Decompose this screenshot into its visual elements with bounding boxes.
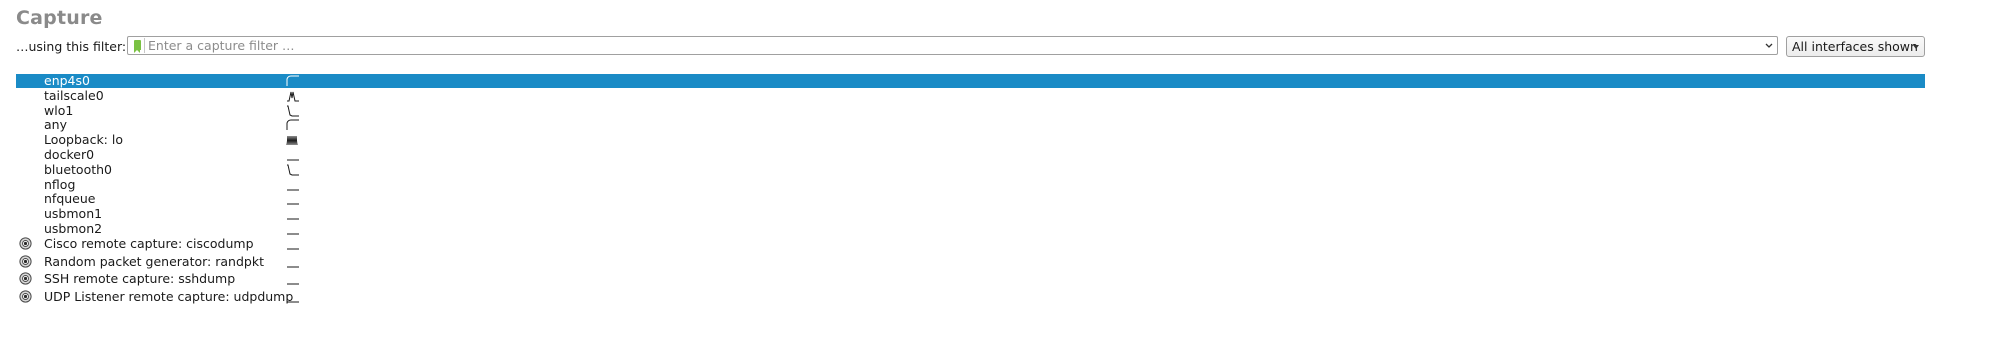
traffic-sparkline — [287, 105, 299, 117]
interface-name: usbmon2 — [44, 221, 103, 236]
traffic-sparkline — [287, 159, 299, 161]
interface-name: Loopback: lo — [44, 132, 123, 148]
traffic-sparkline — [287, 203, 299, 205]
interface-row[interactable]: usbmon2 — [16, 221, 1925, 236]
capture-page: Capture …using this filter: All interfac… — [0, 0, 1999, 340]
traffic-sparkline — [287, 301, 299, 303]
interface-name: Cisco remote capture: ciscodump — [44, 235, 254, 251]
interface-row[interactable]: Cisco remote capture: ciscodump — [16, 235, 1925, 251]
interface-row[interactable]: tailscale0 — [16, 87, 1925, 103]
interface-name: any — [44, 117, 67, 133]
traffic-sparkline — [287, 233, 299, 235]
interface-row[interactable]: bluetooth0 — [16, 161, 1925, 177]
interface-row[interactable]: Random packet generator: randpkt — [16, 253, 1925, 269]
traffic-sparkline — [287, 266, 299, 268]
interfaces-shown-dropdown[interactable]: All interfaces shown — [1786, 36, 1925, 57]
settings-gear-icon[interactable] — [19, 290, 32, 303]
interface-row[interactable]: nflog — [16, 176, 1925, 192]
settings-gear-icon[interactable] — [19, 237, 32, 250]
interface-row[interactable]: nfqueue — [16, 191, 1925, 207]
traffic-sparkline — [287, 164, 299, 176]
interface-name: nflog — [44, 176, 76, 192]
interface-name: docker0 — [44, 147, 95, 162]
interface-row[interactable]: usbmon1 — [16, 206, 1925, 222]
interface-name: nfqueue — [44, 191, 96, 207]
filter-label: …using this filter: — [16, 39, 127, 54]
interface-row[interactable]: any — [16, 117, 1925, 133]
traffic-sparkline — [287, 248, 299, 250]
traffic-sparkline — [287, 283, 299, 285]
interface-name: enp4s0 — [44, 73, 90, 88]
interfaces-shown-label: All interfaces shown — [1792, 39, 1918, 54]
traffic-sparkline — [286, 119, 299, 131]
interface-name: usbmon1 — [44, 206, 103, 222]
interface-row[interactable]: docker0 — [16, 147, 1925, 162]
capture-section-title: Capture — [16, 7, 103, 29]
settings-gear-icon[interactable] — [19, 272, 32, 285]
traffic-sparkline — [286, 75, 299, 86]
dropdown-caret-icon — [1913, 45, 1919, 49]
interface-name: bluetooth0 — [44, 161, 112, 177]
chevron-down-icon[interactable] — [1764, 40, 1774, 51]
interface-row[interactable]: enp4s0 — [16, 73, 1925, 88]
interface-name: Random packet generator: randpkt — [44, 253, 264, 269]
capture-filter-combobox[interactable] — [127, 36, 1778, 55]
interface-row[interactable]: Loopback: lo — [16, 132, 1925, 148]
traffic-sparkline — [287, 218, 299, 220]
settings-gear-icon[interactable] — [19, 254, 32, 268]
interface-name: tailscale0 — [44, 87, 104, 103]
traffic-sparkline — [287, 91, 299, 102]
bookmark-icon — [134, 40, 141, 53]
filter-bookmark-button[interactable] — [130, 38, 145, 53]
filter-row: …using this filter: — [16, 36, 132, 57]
capture-filter-input[interactable] — [148, 37, 1753, 54]
interface-name: SSH remote capture: sshdump — [44, 271, 236, 287]
interface-row[interactable]: wlo1 — [16, 102, 1925, 118]
interface-name: wlo1 — [44, 102, 74, 118]
traffic-sparkline — [286, 136, 298, 146]
interface-name: UDP Listener remote capture: udpdump — [44, 289, 294, 305]
interface-row[interactable]: UDP Listener remote capture: udpdump — [16, 289, 1925, 305]
interface-row[interactable]: SSH remote capture: sshdump — [16, 271, 1925, 287]
traffic-sparkline — [287, 189, 299, 191]
